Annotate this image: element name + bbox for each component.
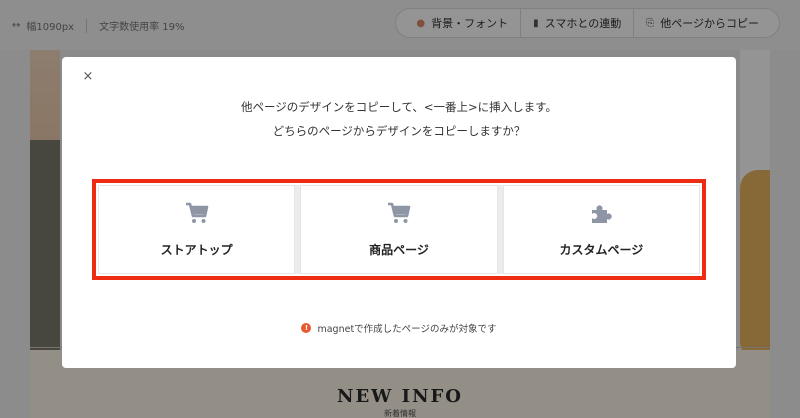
close-icon[interactable]: × <box>80 69 96 85</box>
highlight-box <box>92 179 706 280</box>
modal-note-text: magnetで作成したページのみが対象です <box>317 324 497 335</box>
modal-message-line1: 他ページのデザインをコピーして、<一番上>に挿入します。 <box>241 100 557 114</box>
modal-note: ! magnetで作成したページのみが対象です <box>62 321 736 335</box>
modal-message-line2: どちらのページからデザインをコピーしますか？ <box>272 124 526 138</box>
copy-design-modal: × 他ページのデザインをコピーして、<一番上>に挿入します。 どちらのページから… <box>62 57 736 368</box>
alert-icon: ! <box>301 323 312 333</box>
